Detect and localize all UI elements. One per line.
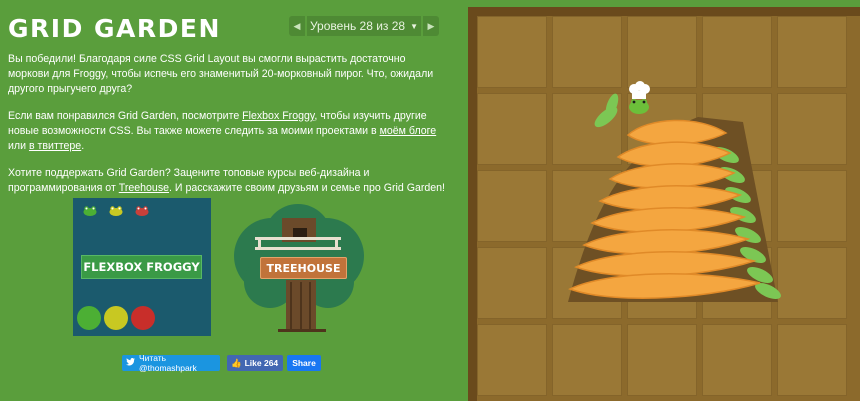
game-title: GRID GARDEN (8, 14, 221, 43)
level-text: Уровень 28 из 28 (309, 19, 406, 33)
garden-cell (477, 170, 547, 242)
facebook-like-button[interactable]: 👍 Like 264 (227, 355, 283, 371)
game-board (468, 7, 860, 401)
prev-level-button[interactable]: ◀ (289, 16, 305, 36)
twitter-link[interactable]: в твиттере (29, 140, 81, 152)
flexbox-froggy-label[interactable]: FLEXBOX FROGGY (81, 255, 202, 279)
text-segment: Если вам понравился Grid Garden, посмотр… (8, 110, 243, 122)
green-frog-icon (83, 206, 97, 216)
blog-link[interactable]: моём блоге (380, 125, 437, 137)
triangle-right-icon: ▶ (427, 20, 435, 31)
garden-cell (777, 324, 847, 396)
red-lilypad-icon (131, 306, 155, 330)
links-paragraph: Если вам понравился Grid Garden, посмотр… (8, 109, 448, 154)
carrot-pile-icon (568, 81, 781, 302)
garden-cell (627, 324, 697, 396)
caret-down-icon: ▼ (410, 21, 419, 31)
garden-cell (477, 93, 547, 165)
level-navigation: ◀ Уровень 28 из 28 ▼ ▶ (289, 16, 439, 36)
garden-cell (477, 247, 547, 319)
level-selector[interactable]: Уровень 28 из 28 ▼ (307, 16, 421, 36)
thumbs-up-icon: 👍 (231, 357, 242, 368)
green-lilypad-icon (77, 306, 101, 330)
treehouse-label[interactable]: TREEHOUSE (260, 257, 347, 279)
red-frog-icon (135, 206, 149, 216)
garden-cell (477, 324, 547, 396)
like-count-label: Like 264 (244, 358, 279, 368)
next-level-button[interactable]: ▶ (423, 16, 439, 36)
triangle-left-icon: ◀ (293, 20, 301, 31)
flexbox-froggy-link[interactable]: Flexbox Froggy (242, 110, 314, 122)
treehouse-promo[interactable]: TREEHOUSE (230, 198, 366, 338)
treehouse-link[interactable]: Treehouse (119, 182, 169, 194)
text-segment: . (81, 140, 85, 152)
garden-cell (477, 16, 547, 88)
facebook-share-button[interactable]: Share (287, 355, 321, 371)
twitter-follow-label: Читать @thomashpark (139, 353, 197, 373)
yellow-frog-icon (109, 206, 123, 216)
text-segment: или (8, 140, 29, 152)
garden-cell (702, 324, 772, 396)
win-message: Вы победили! Благодаря силе CSS Grid Lay… (8, 52, 448, 208)
flexbox-froggy-promo[interactable]: FLEXBOX FROGGY (73, 198, 211, 336)
support-paragraph: Хотите поддержать Grid Garden? Зацените … (8, 166, 448, 196)
garden-cell (552, 324, 622, 396)
twitter-follow-button[interactable]: Читать @thomashpark (122, 353, 220, 373)
text-segment: . И расскажите своим друзьям и семье про… (169, 182, 445, 194)
twitter-bird-icon (126, 358, 135, 368)
win-paragraph: Вы победили! Благодаря силе CSS Grid Lay… (8, 53, 434, 95)
yellow-lilypad-icon (104, 306, 128, 330)
chef-frog-icon (629, 81, 650, 114)
